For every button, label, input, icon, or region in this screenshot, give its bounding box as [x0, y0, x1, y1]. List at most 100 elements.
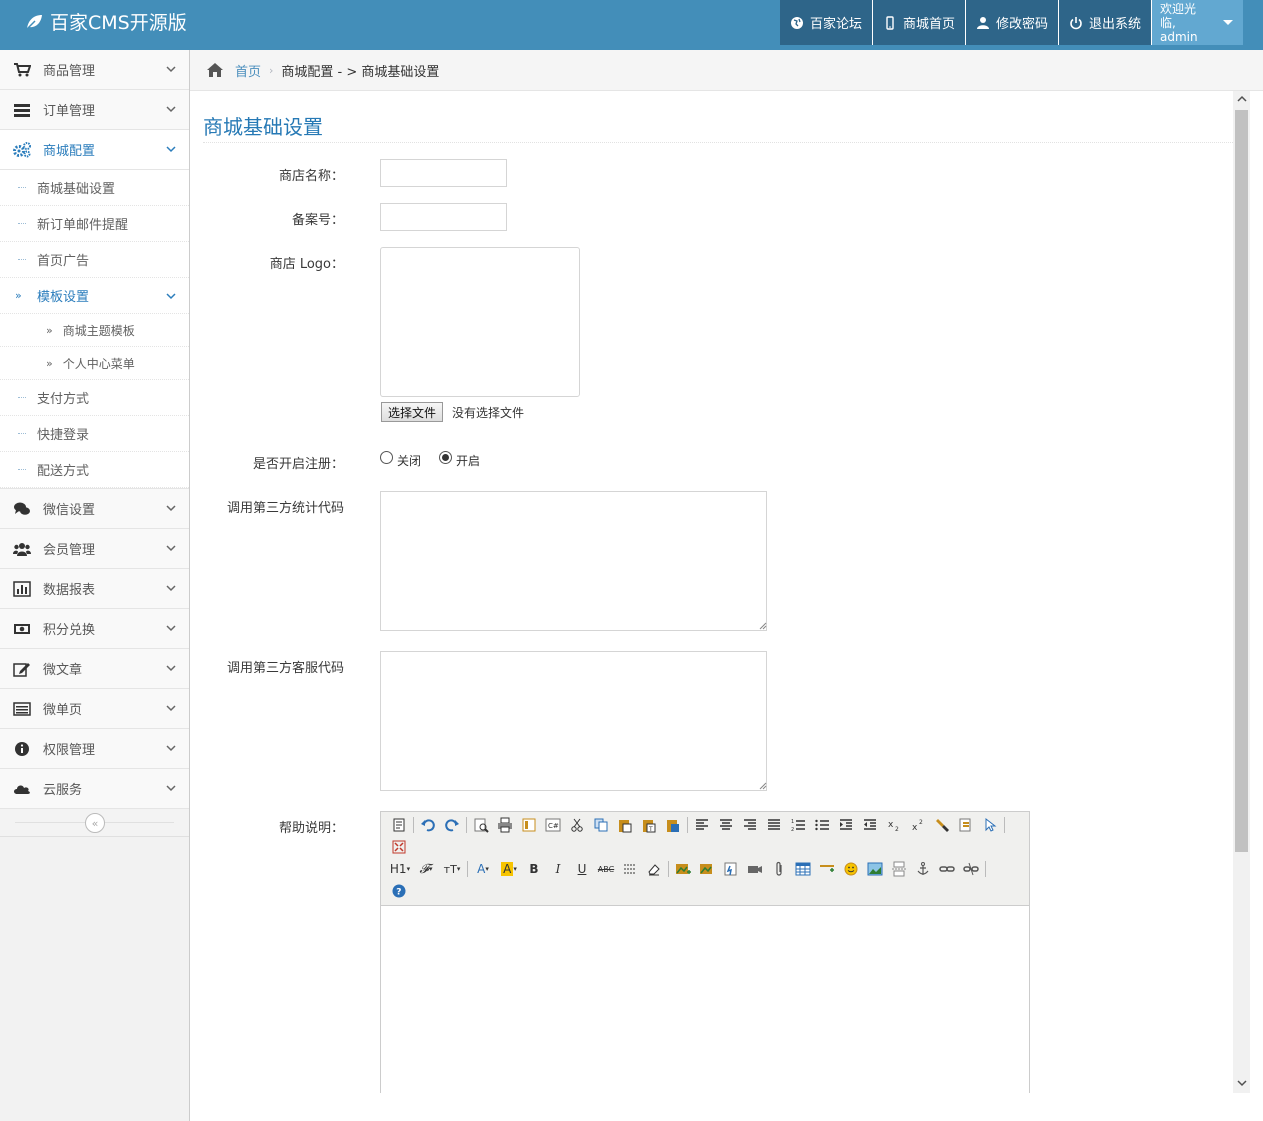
- preview-icon[interactable]: [469, 814, 493, 836]
- flash-icon[interactable]: [719, 858, 743, 880]
- shop-name-input[interactable]: [380, 159, 507, 187]
- font-size-icon[interactable]: тT ▾: [439, 858, 465, 880]
- sidebar-item-shop-config[interactable]: 商城配置: [0, 130, 189, 170]
- brand[interactable]: 百家CMS开源版: [24, 8, 187, 35]
- ordered-list-icon[interactable]: 12: [786, 814, 810, 836]
- indent-icon[interactable]: [834, 814, 858, 836]
- template-icon[interactable]: [517, 814, 541, 836]
- clear-format-icon[interactable]: [930, 814, 954, 836]
- heading-icon[interactable]: H1 ▾: [387, 858, 413, 880]
- collapse-sidebar-button[interactable]: «: [85, 813, 105, 833]
- link-icon[interactable]: [935, 858, 959, 880]
- submenu-item-home-ads[interactable]: 首页广告: [0, 242, 189, 278]
- register-label: 是否开启注册：: [252, 457, 344, 472]
- shop-home-link[interactable]: 商城首页: [871, 0, 965, 45]
- eraser-icon[interactable]: [642, 858, 666, 880]
- sidebar-item-articles[interactable]: 微文章: [0, 649, 189, 689]
- font-family-icon[interactable]: 𝓕 ▾: [413, 858, 439, 880]
- align-right-icon[interactable]: [738, 814, 762, 836]
- line-height-icon[interactable]: [618, 858, 642, 880]
- sidebar-item-points[interactable]: 积分兑换: [0, 609, 189, 649]
- sidebar-item-permissions[interactable]: 权限管理: [0, 729, 189, 769]
- icp-input[interactable]: [380, 203, 507, 231]
- image-gallery-icon[interactable]: [863, 858, 887, 880]
- sidebar-item-cloud[interactable]: 云服务: [0, 769, 189, 809]
- scroll-up-icon[interactable]: [1237, 94, 1247, 104]
- submenu-item-theme-template[interactable]: » 商城主题模板: [0, 314, 189, 347]
- align-left-icon[interactable]: [690, 814, 714, 836]
- service-code-textarea[interactable]: [380, 651, 767, 791]
- unordered-list-icon[interactable]: [810, 814, 834, 836]
- multi-image-icon[interactable]: [695, 858, 719, 880]
- table-icon[interactable]: [791, 858, 815, 880]
- brand-title: 百家CMS开源版: [50, 12, 187, 34]
- sidebar-item-reports[interactable]: 数据报表: [0, 569, 189, 609]
- emoticon-icon[interactable]: [839, 858, 863, 880]
- bold-icon[interactable]: B: [522, 858, 546, 880]
- paste-word-icon[interactable]: [661, 814, 685, 836]
- media-icon[interactable]: [743, 858, 767, 880]
- unlink-icon[interactable]: [959, 858, 983, 880]
- editor-body[interactable]: [381, 906, 1029, 1093]
- choose-file-button[interactable]: 选择文件: [381, 402, 444, 422]
- insert-image-icon[interactable]: [671, 858, 695, 880]
- highlight-color-icon[interactable]: A ▾: [496, 858, 522, 880]
- italic-icon[interactable]: I: [546, 858, 570, 880]
- submenu-item-label: 个人中心菜单: [62, 356, 135, 371]
- home-icon[interactable]: [206, 62, 224, 78]
- fullscreen-icon[interactable]: [387, 836, 411, 858]
- user-menu[interactable]: 欢迎光临, admin: [1151, 0, 1243, 45]
- undo-icon[interactable]: [416, 814, 440, 836]
- stats-code-textarea[interactable]: [380, 491, 767, 631]
- justify-icon[interactable]: [762, 814, 786, 836]
- submenu-item-delivery[interactable]: 配送方式: [0, 452, 189, 488]
- change-password-link[interactable]: 修改密码: [964, 0, 1058, 45]
- font-color-icon[interactable]: A ▾: [470, 858, 496, 880]
- register-off-radio[interactable]: [380, 451, 393, 464]
- scrollbar-thumb[interactable]: [1235, 110, 1248, 852]
- horizontal-rule-icon[interactable]: [815, 858, 839, 880]
- redo-icon[interactable]: [440, 814, 464, 836]
- submenu-item-member-menu[interactable]: » 个人中心菜单: [0, 347, 189, 380]
- cursor-icon[interactable]: [978, 814, 1002, 836]
- sidebar-item-members[interactable]: 会员管理: [0, 529, 189, 569]
- scroll-down-icon[interactable]: [1237, 1078, 1247, 1088]
- print-icon[interactable]: [493, 814, 517, 836]
- subscript-icon[interactable]: x2: [882, 814, 906, 836]
- code-icon[interactable]: C#: [541, 814, 565, 836]
- power-icon: [1070, 16, 1082, 29]
- submenu-item-payment[interactable]: 支付方式: [0, 380, 189, 416]
- cut-icon[interactable]: [565, 814, 589, 836]
- outdent-icon[interactable]: [858, 814, 882, 836]
- sidebar-item-pages[interactable]: 微单页: [0, 689, 189, 729]
- resize-grip-icon[interactable]: [759, 622, 767, 630]
- sidebar-item-goods[interactable]: 商品管理: [0, 50, 189, 90]
- submenu-item-quick-login[interactable]: 快捷登录: [0, 416, 189, 452]
- superscript-icon[interactable]: x2: [906, 814, 930, 836]
- submenu-item-templates[interactable]: » 模板设置: [0, 278, 189, 314]
- copy-icon[interactable]: [589, 814, 613, 836]
- strikethrough-icon[interactable]: ABC: [594, 858, 618, 880]
- attachment-icon[interactable]: [767, 858, 791, 880]
- anchor-icon[interactable]: [911, 858, 935, 880]
- page-break-icon[interactable]: [887, 858, 911, 880]
- logout-link[interactable]: 退出系统: [1057, 0, 1151, 45]
- resize-grip-icon[interactable]: [759, 782, 767, 790]
- paste-icon[interactable]: [613, 814, 637, 836]
- sidebar-item-orders[interactable]: 订单管理: [0, 90, 189, 130]
- help-icon[interactable]: ?: [387, 880, 411, 902]
- logo-label: 商店 Logo：: [269, 257, 344, 272]
- breadcrumb-home-link[interactable]: 首页: [235, 61, 261, 80]
- register-on-radio[interactable]: [439, 451, 452, 464]
- submenu-item-order-email[interactable]: 新订单邮件提醒: [0, 206, 189, 242]
- paste-text-icon[interactable]: T: [637, 814, 661, 836]
- select-all-icon[interactable]: [954, 814, 978, 836]
- submenu-item-basic-settings[interactable]: 商城基础设置: [0, 170, 189, 206]
- underline-icon[interactable]: U: [570, 858, 594, 880]
- breadcrumb-current: 商城配置 - > 商城基础设置: [281, 64, 440, 80]
- source-icon[interactable]: [387, 814, 411, 836]
- sidebar-item-wechat[interactable]: 微信设置: [0, 489, 189, 529]
- align-center-icon[interactable]: [714, 814, 738, 836]
- forum-link[interactable]: 百家论坛: [779, 0, 872, 45]
- content-scrollbar[interactable]: [1233, 91, 1250, 1093]
